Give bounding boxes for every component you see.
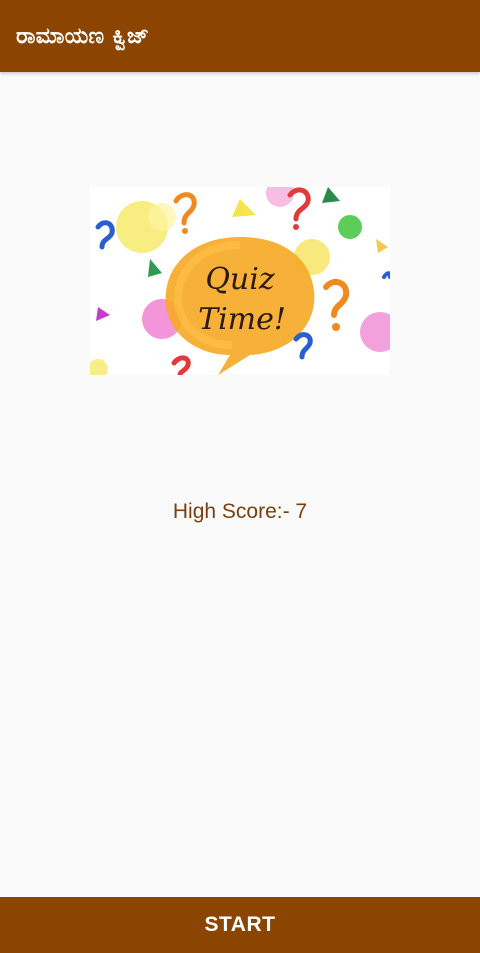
start-button[interactable]: START	[0, 897, 480, 953]
app-bar: ರಾಮಾಯಣ ಕ್ವಿಜ್	[0, 0, 480, 72]
quiz-time-banner-image: Quiz Time!	[90, 187, 390, 375]
banner-text-line2: Time!	[198, 302, 286, 337]
quiz-time-illustration: Quiz Time!	[90, 187, 390, 375]
app-title: ರಾಮಾಯಣ ಕ್ವಿಜ್	[16, 23, 150, 49]
banner-text-line1: Quiz	[205, 262, 275, 297]
app-screen: ರಾಮಾಯಣ ಕ್ವಿಜ್ Quiz Time! High Score:- 7 …	[0, 0, 480, 953]
high-score-text: High Score:- 7	[172, 500, 308, 523]
